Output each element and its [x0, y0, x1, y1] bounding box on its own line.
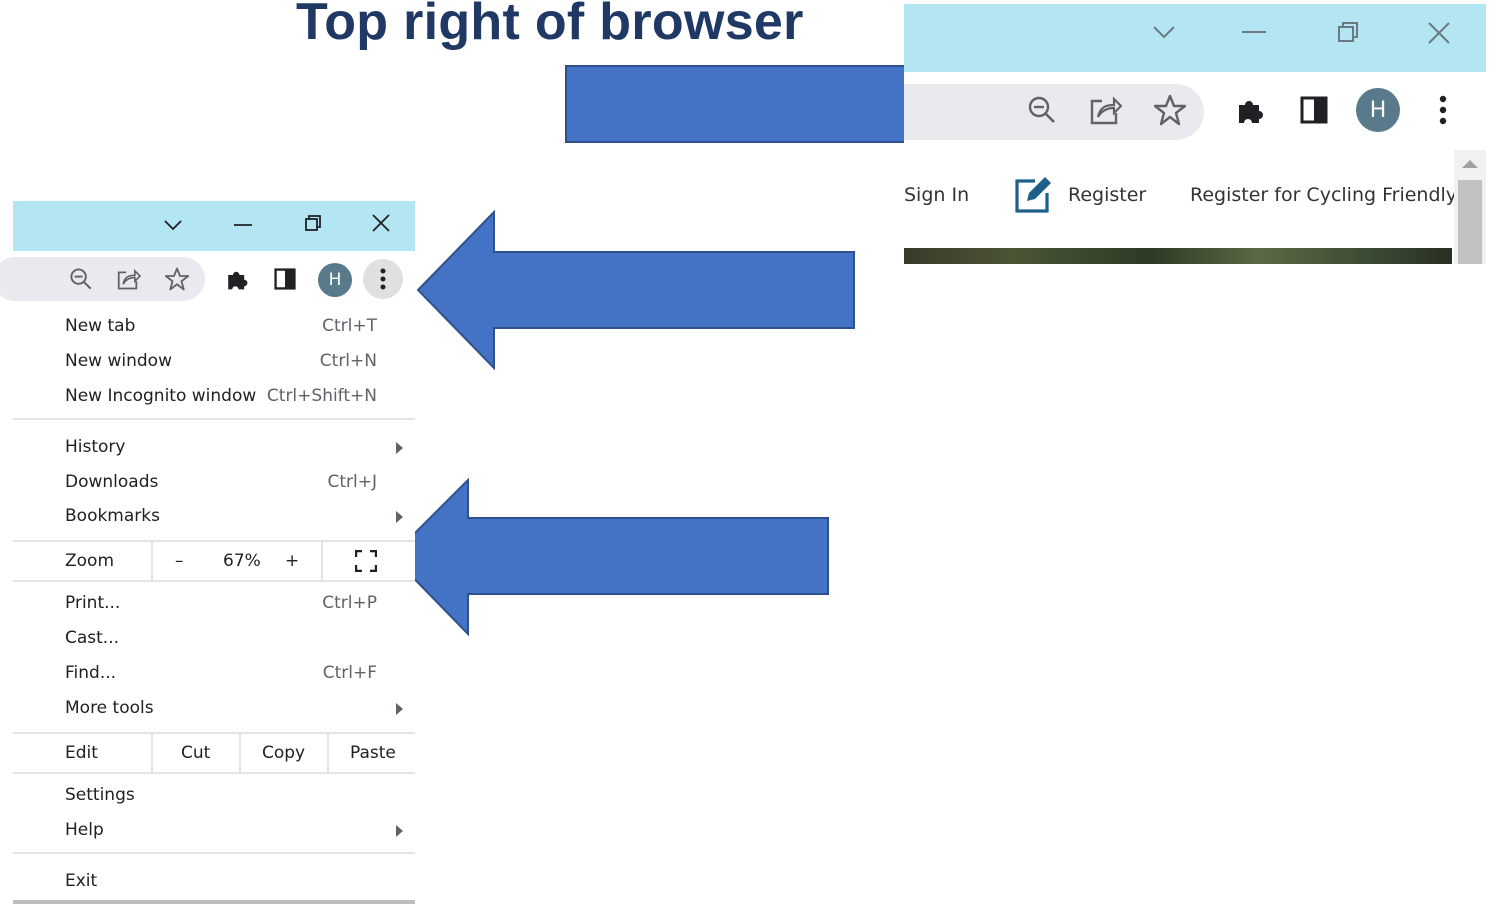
menu-item-find[interactable]: Find... Ctrl+F: [13, 656, 415, 690]
close-icon[interactable]: [369, 211, 393, 235]
browser-toolbar: H: [0, 253, 415, 307]
top-right-browser-snippet: H Sign In Register Register for Cycling …: [904, 4, 1486, 264]
zoom-out-icon[interactable]: [1024, 92, 1060, 128]
fullscreen-button[interactable]: [355, 542, 377, 580]
share-icon[interactable]: [1088, 92, 1124, 128]
menu-separator: [13, 418, 415, 420]
zoom-label: Zoom: [65, 551, 115, 571]
minimize-icon[interactable]: [1240, 18, 1268, 46]
menu-item-new-incognito[interactable]: New Incognito window Ctrl+Shift+N: [13, 379, 415, 413]
menu-item-cast[interactable]: Cast...: [13, 621, 415, 655]
cut-button[interactable]: Cut: [181, 734, 210, 772]
menu-item-downloads[interactable]: Downloads Ctrl+J: [13, 465, 415, 499]
zoom-row: Zoom – 67% +: [13, 540, 415, 582]
submenu-arrow-icon: [396, 442, 403, 454]
avatar-letter: H: [328, 270, 342, 290]
bookmark-star-icon[interactable]: [163, 265, 191, 293]
menu-separator: [13, 852, 415, 854]
share-icon[interactable]: [115, 265, 143, 293]
menu-item-print[interactable]: Print... Ctrl+P: [13, 586, 415, 620]
side-panel-icon[interactable]: [1296, 92, 1332, 128]
page-hero-image: [904, 248, 1452, 264]
web-page-area: [904, 150, 1486, 264]
register-cycling-link[interactable]: Register for Cycling Friendly: [1190, 184, 1457, 206]
chevron-down-icon[interactable]: [161, 213, 185, 237]
menu-bottom-edge: [13, 900, 415, 904]
profile-avatar[interactable]: H: [318, 263, 352, 297]
restore-icon[interactable]: [301, 211, 325, 235]
zoom-in-button[interactable]: +: [285, 542, 299, 580]
zoom-out-button[interactable]: –: [175, 542, 184, 580]
browser-menu-snippet: H New tab Ctrl+T New window Ctrl+N New I…: [0, 201, 415, 904]
close-icon[interactable]: [1424, 18, 1454, 48]
scroll-up-arrow-icon[interactable]: [1462, 160, 1478, 168]
menu-item-new-window[interactable]: New window Ctrl+N: [13, 344, 415, 378]
restore-icon[interactable]: [1334, 18, 1362, 46]
zoom-divider: [321, 542, 323, 580]
browser-toolbar: H: [904, 72, 1486, 150]
side-panel-icon[interactable]: [271, 265, 299, 293]
menu-kebab-icon: [380, 268, 386, 290]
edit-divider: [327, 734, 329, 772]
fullscreen-icon: [355, 550, 377, 572]
register-link[interactable]: Register: [1068, 184, 1146, 206]
window-titlebar: [13, 201, 415, 251]
vertical-scrollbar[interactable]: [1454, 150, 1486, 264]
menu-item-exit[interactable]: Exit: [13, 864, 415, 898]
zoom-out-icon[interactable]: [67, 265, 95, 293]
menu-item-bookmarks[interactable]: Bookmarks: [13, 499, 415, 533]
paste-button[interactable]: Paste: [350, 734, 396, 772]
sign-in-link[interactable]: Sign In: [904, 184, 969, 206]
profile-avatar[interactable]: H: [1356, 88, 1400, 132]
scrollbar-thumb[interactable]: [1458, 180, 1482, 264]
edit-label: Edit: [65, 743, 98, 763]
arrow-left-zoom-annotation: [390, 478, 832, 638]
bookmark-star-icon[interactable]: [1152, 92, 1188, 128]
extensions-icon[interactable]: [1232, 92, 1268, 128]
avatar-letter: H: [1369, 97, 1387, 123]
extensions-icon[interactable]: [223, 265, 251, 293]
menu-item-help[interactable]: Help: [13, 813, 415, 847]
menu-kebab-icon[interactable]: [1428, 92, 1458, 128]
zoom-divider: [151, 542, 153, 580]
edit-square-icon: [1012, 174, 1054, 216]
submenu-arrow-icon: [396, 825, 403, 837]
copy-button[interactable]: Copy: [262, 734, 305, 772]
submenu-arrow-icon: [396, 703, 403, 715]
submenu-arrow-icon: [396, 511, 403, 523]
menu-item-new-tab[interactable]: New tab Ctrl+T: [13, 309, 415, 343]
edit-divider: [151, 734, 153, 772]
zoom-level-value: 67%: [223, 551, 261, 571]
minimize-icon[interactable]: [231, 213, 255, 237]
menu-kebab-button[interactable]: [363, 259, 403, 299]
chevron-down-icon[interactable]: [1150, 18, 1178, 46]
menu-item-history[interactable]: History: [13, 430, 415, 464]
menu-item-more-tools[interactable]: More tools: [13, 691, 415, 725]
window-titlebar: [904, 4, 1486, 72]
arrow-left-menu-annotation: [416, 210, 858, 370]
menu-item-settings[interactable]: Settings: [13, 778, 415, 812]
edit-row: Edit Cut Copy Paste: [13, 732, 415, 774]
edit-divider: [239, 734, 241, 772]
